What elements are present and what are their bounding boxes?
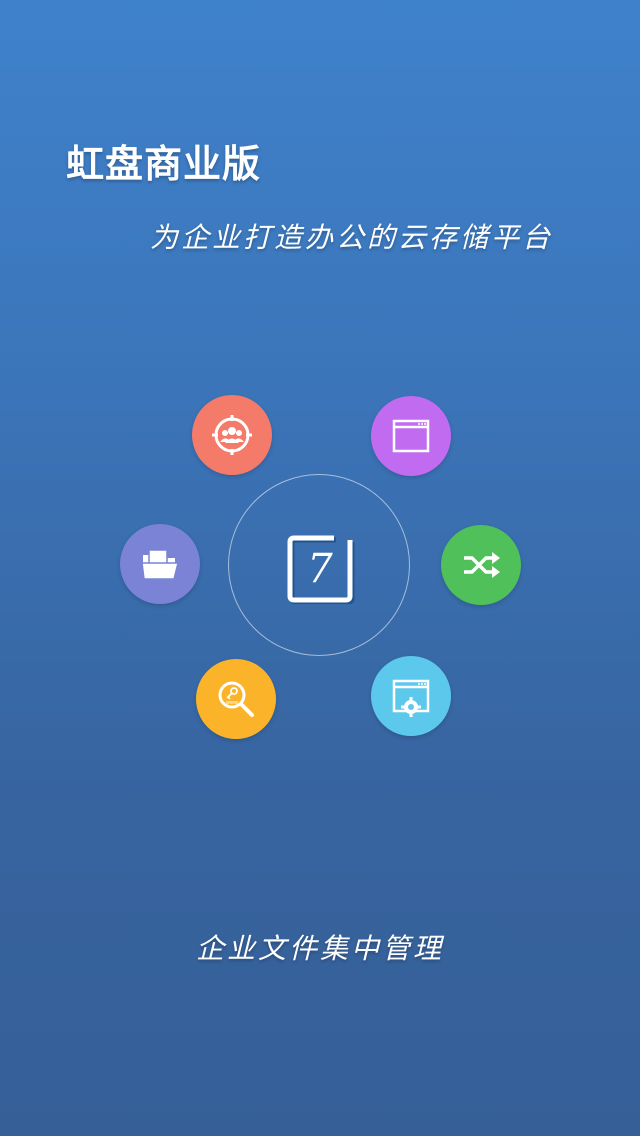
browser-window-button[interactable] (371, 396, 451, 476)
svg-text:www: www (226, 700, 238, 706)
browser-settings-button[interactable] (371, 656, 451, 736)
team-users-button[interactable] (192, 395, 272, 475)
footer-caption: 企业文件集中管理 (195, 932, 444, 965)
shuffle-sync-icon (464, 552, 500, 578)
folder-button[interactable] (120, 524, 200, 604)
browser-window-icon (392, 419, 430, 453)
search-key-button[interactable]: www (196, 659, 276, 739)
shuffle-sync-button[interactable] (441, 525, 521, 605)
center-logo-glyph: 7 (307, 546, 333, 592)
app-title: 虹盘商业版 (66, 142, 262, 186)
team-users-icon (212, 415, 252, 455)
browser-settings-icon (392, 679, 430, 717)
center-logo: 7 (284, 532, 356, 605)
search-key-icon: www (218, 681, 254, 717)
folder-icon (141, 549, 179, 580)
app-subtitle: 为企业打造办公的云存储平台 (150, 221, 554, 254)
